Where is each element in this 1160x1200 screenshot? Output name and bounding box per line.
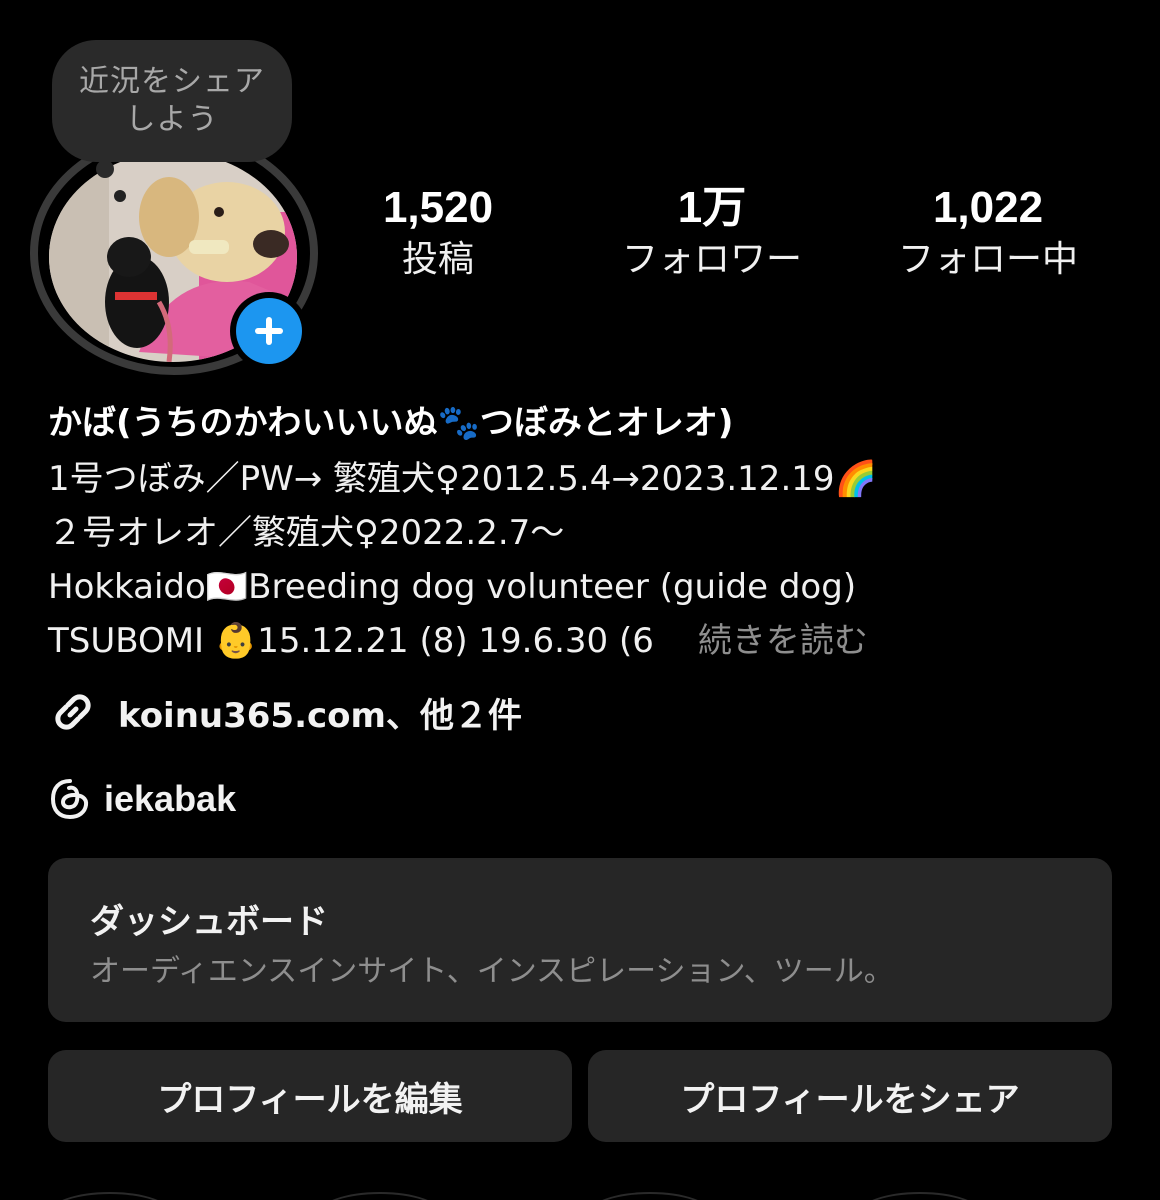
note-text: 近況をシェアしよう bbox=[79, 64, 265, 137]
posts-label: 投稿 bbox=[401, 239, 474, 280]
followers-label: フォロワー bbox=[621, 239, 802, 280]
highlight-circle[interactable] bbox=[48, 1192, 172, 1200]
highlight-circle[interactable] bbox=[588, 1192, 712, 1200]
link-text: koinu365.com、他２件 bbox=[118, 695, 522, 736]
note-bubble-tail bbox=[96, 160, 114, 178]
plus-icon bbox=[236, 298, 302, 364]
profile-page: 近況をシェアしよう 1,520 投稿 1万 フォロワー 1,022 フォロー中 … bbox=[0, 0, 1160, 1200]
external-link[interactable]: koinu365.com、他２件 bbox=[48, 686, 522, 738]
bio-line: TSUBOMI 👶15.12.21 (8) 19.6.30 (6 bbox=[48, 621, 654, 661]
edit-profile-button[interactable]: プロフィールを編集 bbox=[48, 1050, 572, 1142]
note-bubble[interactable]: 近況をシェアしよう bbox=[52, 40, 292, 162]
stat-following[interactable]: 1,022 フォロー中 bbox=[888, 182, 1088, 282]
posts-count: 1,520 bbox=[382, 183, 494, 232]
following-label: フォロー中 bbox=[897, 239, 1078, 280]
dashboard-title: ダッシュボード bbox=[90, 902, 328, 942]
dashboard-subtitle: オーディエンスインサイト、インスピレーション、ツール。 bbox=[90, 954, 894, 989]
highlight-circle[interactable] bbox=[858, 1192, 982, 1200]
stat-followers[interactable]: 1万 フォロワー bbox=[612, 182, 812, 282]
note-bubble-tail-small bbox=[114, 190, 126, 202]
threads-handle: iekabak bbox=[104, 778, 237, 819]
following-count: 1,022 bbox=[932, 183, 1044, 232]
profile-name: かば(うちのかわいいいぬ🐾つぼみとオレオ) bbox=[48, 403, 734, 443]
highlight-circle[interactable] bbox=[318, 1192, 442, 1200]
followers-count: 1万 bbox=[677, 183, 747, 232]
bio: 1号つぼみ／PW→ 繁殖犬♀2012.5.4→2023.12.19🌈 ２号オレオ… bbox=[48, 452, 877, 668]
bio-line: 1号つぼみ／PW→ 繁殖犬♀2012.5.4→2023.12.19🌈 bbox=[48, 459, 877, 499]
threads-badge[interactable]: iekabak bbox=[48, 774, 236, 824]
dashboard-card[interactable]: ダッシュボード オーディエンスインサイト、インスピレーション、ツール。 bbox=[48, 858, 1112, 1022]
link-icon bbox=[55, 694, 91, 730]
share-profile-button[interactable]: プロフィールをシェア bbox=[588, 1050, 1112, 1142]
stat-posts[interactable]: 1,520 投稿 bbox=[368, 182, 508, 282]
threads-icon bbox=[50, 779, 89, 820]
add-story-button[interactable] bbox=[230, 292, 308, 370]
bio-line: ２号オレオ／繁殖犬♀2022.2.7～ bbox=[48, 513, 565, 553]
bio-line: Hokkaido🇯🇵Breeding dog volunteer (guide … bbox=[48, 567, 857, 607]
read-more-link[interactable]: 続きを読む bbox=[698, 621, 868, 661]
bio-line-last: TSUBOMI 👶15.12.21 (8) 19.6.30 (6 続きを読む bbox=[48, 614, 877, 668]
